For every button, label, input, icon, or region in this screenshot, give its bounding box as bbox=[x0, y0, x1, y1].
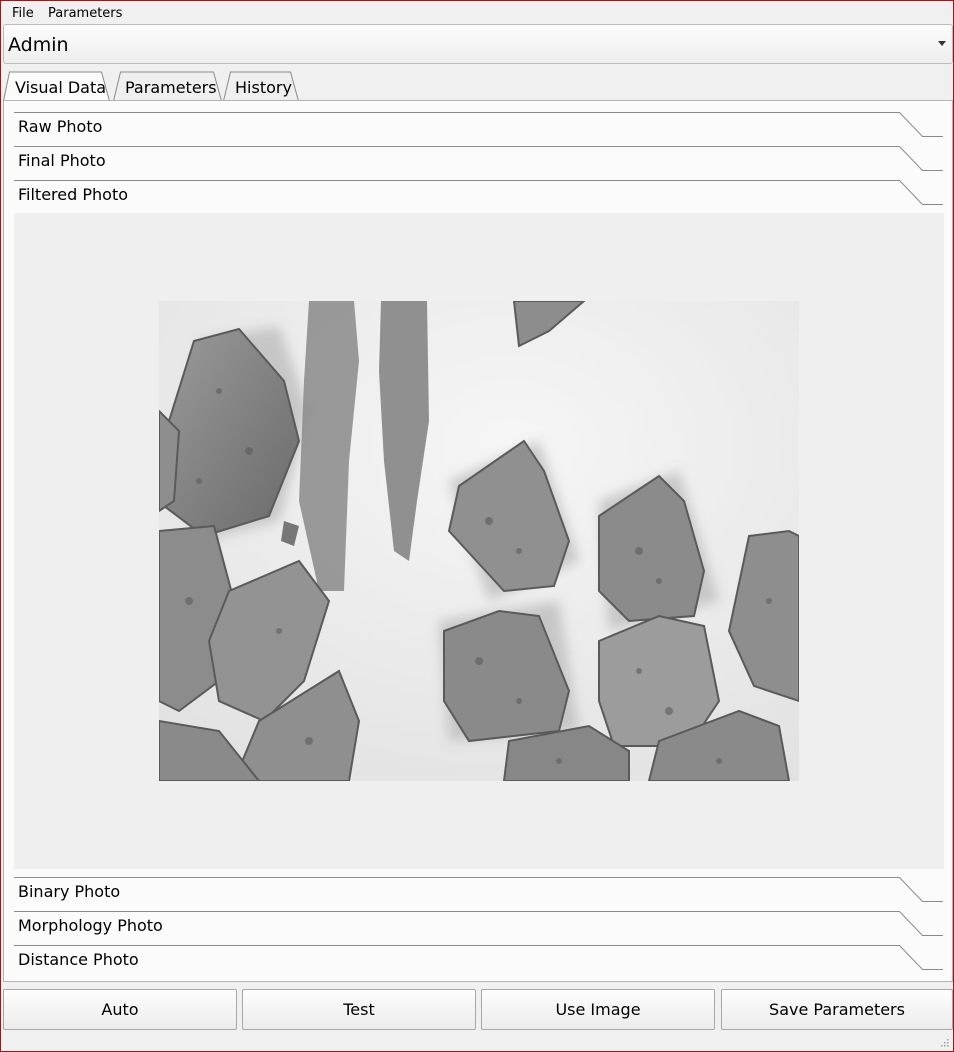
user-select-value: Admin bbox=[8, 34, 69, 56]
tab-visual-data[interactable]: Visual Data bbox=[3, 71, 111, 101]
section-header-shape bbox=[14, 146, 943, 171]
tab-label: Visual Data bbox=[15, 78, 107, 97]
resize-grip-icon[interactable] bbox=[939, 1037, 949, 1047]
section-label: Filtered Photo bbox=[18, 185, 128, 204]
section-distance-photo[interactable]: Distance Photo bbox=[14, 945, 944, 979]
user-select[interactable]: Admin bbox=[3, 24, 953, 64]
section-header-shape bbox=[14, 877, 943, 902]
use-image-button[interactable]: Use Image bbox=[481, 989, 715, 1030]
filtered-photo-area bbox=[14, 213, 944, 869]
section-label: Binary Photo bbox=[18, 882, 121, 901]
test-button[interactable]: Test bbox=[242, 989, 476, 1030]
section-label: Morphology Photo bbox=[18, 916, 163, 935]
section-header-shape bbox=[14, 112, 943, 137]
menu-parameters[interactable]: Parameters bbox=[48, 6, 122, 21]
section-label: Distance Photo bbox=[18, 950, 139, 969]
section-header-shape bbox=[14, 945, 943, 970]
section-final-photo[interactable]: Final Photo bbox=[14, 146, 944, 180]
tab-history[interactable]: History bbox=[223, 71, 301, 101]
save-parameters-button[interactable]: Save Parameters bbox=[721, 989, 953, 1030]
tab-label: Parameters bbox=[125, 78, 217, 97]
tab-parameters[interactable]: Parameters bbox=[113, 71, 223, 101]
main-window: File Parameters Admin Visual Data Parame… bbox=[0, 0, 954, 1052]
chevron-down-icon bbox=[938, 41, 946, 46]
section-binary-photo[interactable]: Binary Photo bbox=[14, 877, 944, 911]
menu-file[interactable]: File bbox=[12, 6, 34, 21]
section-label: Final Photo bbox=[18, 151, 106, 170]
section-filtered-photo[interactable]: Filtered Photo bbox=[14, 180, 944, 214]
section-raw-photo[interactable]: Raw Photo bbox=[14, 112, 944, 146]
auto-button[interactable]: Auto bbox=[3, 989, 237, 1030]
tab-label: History bbox=[235, 78, 292, 97]
section-label: Raw Photo bbox=[18, 117, 103, 136]
stones-photo bbox=[159, 301, 799, 781]
section-morphology-photo[interactable]: Morphology Photo bbox=[14, 911, 944, 945]
filtered-photo-image bbox=[159, 301, 799, 781]
section-header-shape bbox=[14, 180, 943, 205]
menu-bar: File Parameters bbox=[1, 1, 953, 24]
